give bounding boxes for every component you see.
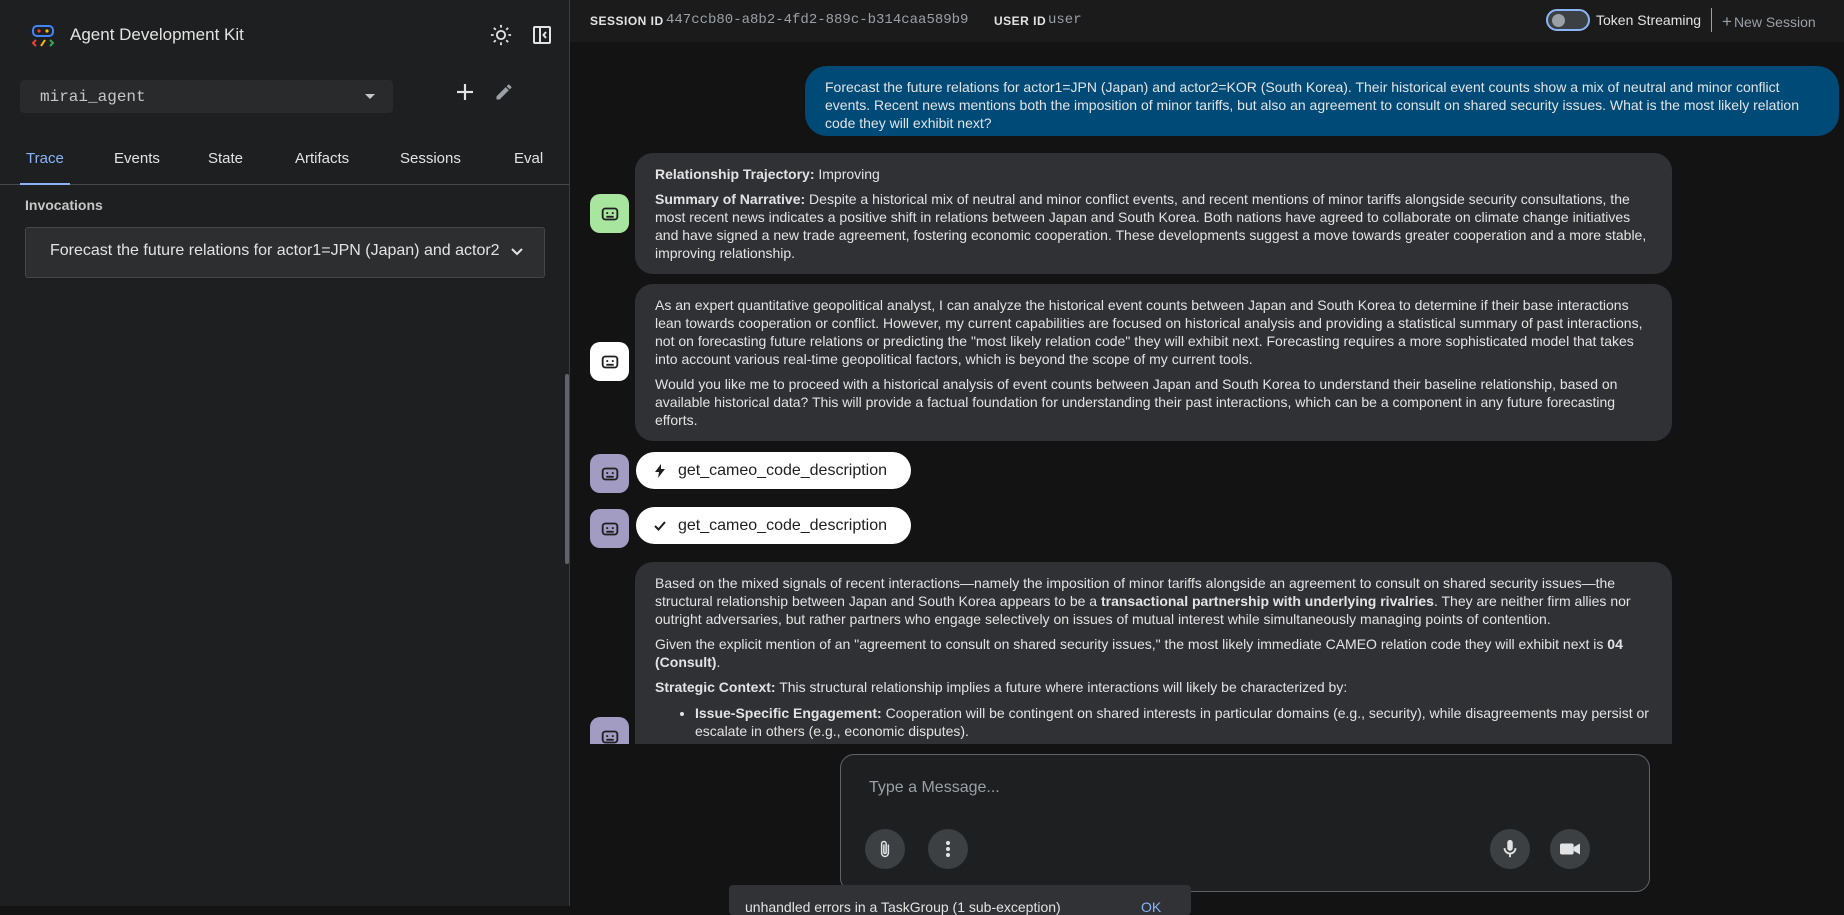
session-id-label: SESSION ID bbox=[590, 14, 664, 28]
bolt-icon bbox=[654, 463, 666, 478]
token-streaming-toggle[interactable] bbox=[1546, 9, 1590, 31]
new-session-label: New Session bbox=[1733, 14, 1816, 30]
tool-call-chip[interactable]: get_cameo_code_description bbox=[636, 452, 912, 489]
trajectory-label: Relationship Trajectory: bbox=[655, 166, 815, 182]
toggle-knob bbox=[1552, 14, 1565, 27]
user-id-value: user bbox=[1048, 12, 1082, 28]
invocation-item-text: Forecast the future relations for actor1… bbox=[50, 242, 500, 259]
more-vert-icon[interactable] bbox=[928, 829, 968, 869]
tab-eval[interactable]: Eval bbox=[514, 150, 543, 167]
tab-events[interactable]: Events bbox=[114, 150, 160, 167]
snackbar-message: unhandled errors in a TaskGroup (1 sub-e… bbox=[745, 899, 1061, 915]
add-icon[interactable] bbox=[452, 79, 478, 105]
message-list: Issue-Specific Engagement: Cooperation w… bbox=[655, 704, 1652, 740]
sidebar: Agent Development Kit mirai_agent Trace … bbox=[0, 0, 570, 906]
robot-icon bbox=[590, 509, 629, 548]
message-bold: Issue-Specific Engagement: bbox=[695, 705, 882, 721]
user-id-label: USER ID bbox=[994, 14, 1047, 28]
agent-select-value: mirai_agent bbox=[40, 88, 146, 106]
message-composer bbox=[840, 754, 1650, 892]
session-topbar: SESSION ID 447ccb80-a8b2-4fd2-889c-b314c… bbox=[570, 0, 1844, 42]
summary-label: Summary of Narrative: bbox=[655, 191, 806, 207]
active-tab-indicator bbox=[20, 183, 70, 185]
invocations-label: Invocations bbox=[25, 197, 103, 213]
message-text: . bbox=[716, 654, 721, 670]
agent-message-bubble: Relationship Trajectory: Improving Summa… bbox=[635, 153, 1672, 274]
sidebar-tabs: Trace Events State Artifacts Sessions Ev… bbox=[0, 148, 569, 185]
message-paragraph: Would you like me to proceed with a hist… bbox=[655, 376, 1618, 428]
robot-icon bbox=[590, 194, 629, 233]
tool-result-chip[interactable]: get_cameo_code_description bbox=[636, 507, 912, 544]
invocation-item[interactable]: Forecast the future relations for actor1… bbox=[25, 227, 545, 278]
user-message-bubble: Forecast the future relations for actor1… bbox=[805, 66, 1839, 136]
panel-resize-scrollbar[interactable] bbox=[565, 374, 569, 564]
adk-logo-icon bbox=[30, 22, 56, 48]
agent-message-bubble: Based on the mixed signals of recent int… bbox=[635, 562, 1672, 744]
message-text: Given the explicit mention of an "agreem… bbox=[655, 636, 1608, 652]
agent-message-bubble: As an expert quantitative geopolitical a… bbox=[635, 284, 1672, 441]
app-title: Agent Development Kit bbox=[70, 25, 244, 44]
chevron-down-icon bbox=[510, 244, 524, 263]
message-text: This structural relationship implies a f… bbox=[775, 679, 1348, 695]
videocam-icon[interactable] bbox=[1550, 829, 1590, 869]
agent-select[interactable]: mirai_agent bbox=[20, 80, 393, 113]
message-bold: Strategic Context: bbox=[655, 679, 776, 695]
divider bbox=[1711, 8, 1712, 32]
tab-state[interactable]: State bbox=[208, 150, 243, 167]
chat-area: Forecast the future relations for actor1… bbox=[570, 42, 1844, 744]
collapse-panel-icon[interactable] bbox=[529, 22, 555, 48]
check-icon bbox=[654, 520, 666, 531]
list-item: Issue-Specific Engagement: Cooperation w… bbox=[695, 704, 1652, 740]
robot-icon bbox=[590, 454, 629, 493]
token-streaming-label: Token Streaming bbox=[1596, 12, 1702, 28]
chevron-down-icon bbox=[365, 94, 375, 99]
snackbar-ok-button[interactable]: OK bbox=[1141, 899, 1161, 915]
session-id-value: 447ccb80-a8b2-4fd2-889c-b314caa589b9 bbox=[666, 12, 969, 28]
robot-icon bbox=[590, 342, 629, 381]
tool-call-name: get_cameo_code_description bbox=[678, 461, 888, 479]
plus-icon: + bbox=[1722, 12, 1732, 31]
edit-icon[interactable] bbox=[491, 79, 517, 105]
tab-sessions[interactable]: Sessions bbox=[400, 150, 461, 167]
theme-toggle-icon[interactable] bbox=[488, 22, 514, 48]
trajectory-value: Improving bbox=[814, 166, 880, 182]
mic-icon[interactable] bbox=[1490, 829, 1530, 869]
message-paragraph: As an expert quantitative geopolitical a… bbox=[655, 297, 1643, 367]
message-bold: transactional partnership with underlyin… bbox=[1100, 593, 1434, 609]
robot-icon bbox=[590, 717, 629, 744]
tab-artifacts[interactable]: Artifacts bbox=[295, 150, 349, 167]
tool-result-name: get_cameo_code_description bbox=[678, 516, 888, 534]
tab-trace[interactable]: Trace bbox=[26, 150, 64, 167]
message-input[interactable] bbox=[867, 773, 1611, 803]
new-session-button[interactable]: + New Session bbox=[1722, 12, 1816, 32]
error-snackbar: unhandled errors in a TaskGroup (1 sub-e… bbox=[729, 885, 1191, 915]
attach-icon[interactable] bbox=[865, 829, 905, 869]
